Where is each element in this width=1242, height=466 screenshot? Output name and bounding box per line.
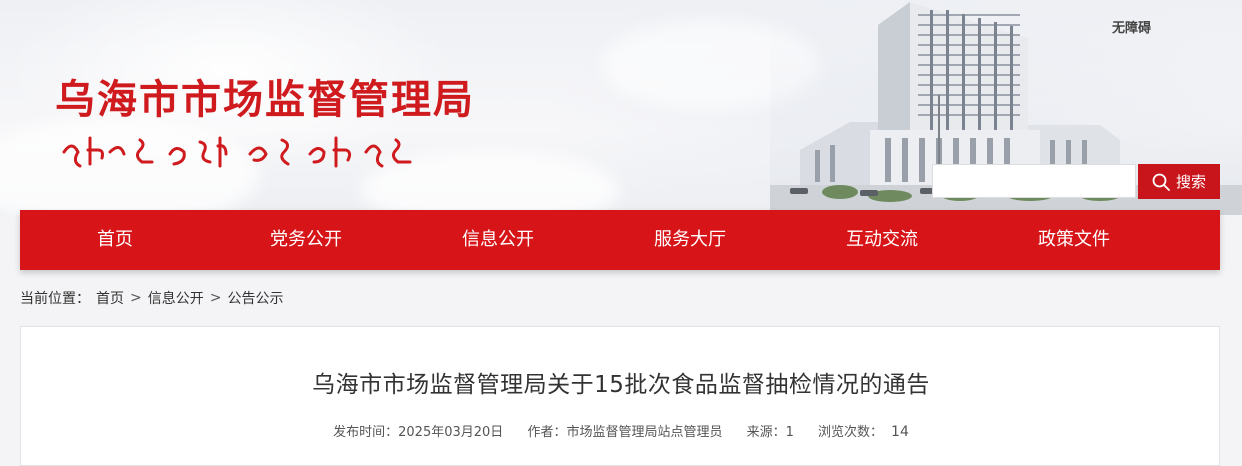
breadcrumb-home[interactable]: 首页 <box>96 288 124 308</box>
breadcrumb-separator: > <box>209 290 222 306</box>
author: 作者：市场监督管理局站点管理员 <box>527 425 723 440</box>
nav-item-interaction[interactable]: 互动交流 <box>786 210 978 270</box>
search-input[interactable] <box>932 164 1136 198</box>
breadcrumb-announcements[interactable]: 公告公示 <box>227 288 283 308</box>
nav-item-home[interactable]: 首页 <box>20 210 210 270</box>
breadcrumb-info-disclosure[interactable]: 信息公开 <box>148 288 204 308</box>
nav-item-info-disclosure[interactable]: 信息公开 <box>402 210 594 270</box>
search-button-label: 搜索 <box>1175 173 1206 191</box>
publish-time: 发布时间：2025年03月20日 <box>333 425 504 440</box>
nav-item-policy-files[interactable]: 政策文件 <box>978 210 1170 270</box>
site-name: 乌海市市场监督管理局 <box>55 77 475 123</box>
header-banner: 乌海市市场监督管理局 无障碍 搜索 <box>0 0 1242 215</box>
nav-item-party-affairs[interactable]: 党务公开 <box>210 210 402 270</box>
breadcrumb-prefix: 当前位置： <box>20 291 90 307</box>
search-button[interactable]: 搜索 <box>1138 164 1220 199</box>
views-label: 浏览次数： <box>818 425 884 440</box>
article-title: 乌海市市场监督管理局关于15批次食品监督抽检情况的通告 <box>312 372 930 398</box>
search-icon <box>1152 173 1170 191</box>
breadcrumb-separator: > <box>130 290 142 306</box>
site-name-mongolian-logo <box>62 136 412 168</box>
article-meta: 发布时间：2025年03月20日 作者：市场监督管理局站点管理员 来源：1 浏览… <box>21 421 1221 440</box>
main-nav: 首页 党务公开 信息公开 服务大厅 互动交流 政策文件 <box>20 210 1220 270</box>
nav-item-service-hall[interactable]: 服务大厅 <box>594 210 786 270</box>
source: 来源：1 <box>746 425 794 440</box>
breadcrumb: 当前位置： 首页 > 信息公开 > 公告公示 <box>20 288 283 308</box>
views-count: 14 <box>891 424 909 440</box>
article-card: 乌海市市场监督管理局关于15批次食品监督抽检情况的通告 发布时间：2025年03… <box>20 326 1220 466</box>
accessibility-link[interactable]: 无障碍 <box>1112 17 1151 36</box>
